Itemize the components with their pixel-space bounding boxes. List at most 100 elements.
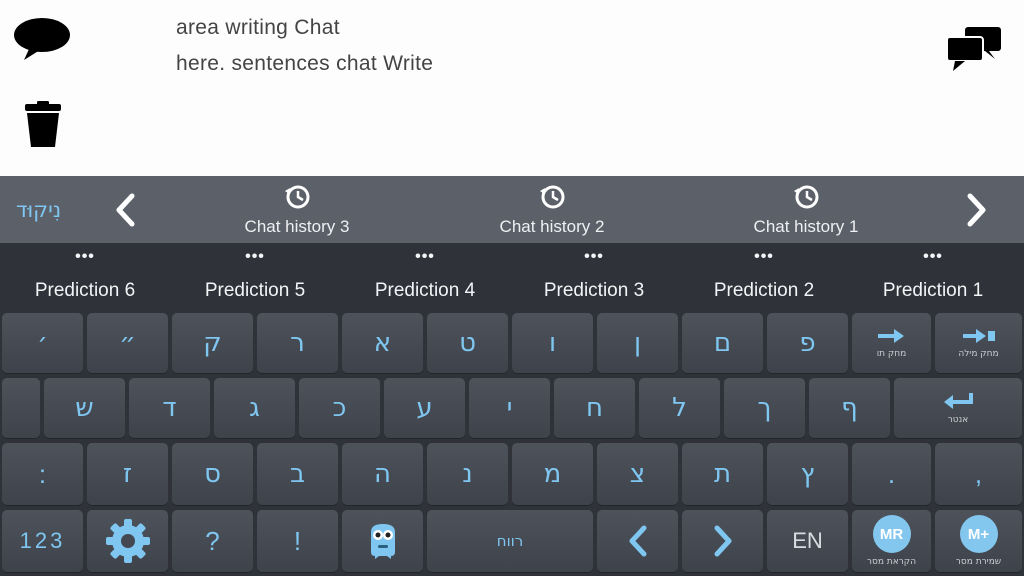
- prediction-label: Prediction 5: [204, 280, 306, 301]
- enter-arrow-icon: [944, 393, 973, 409]
- key-gimel[interactable]: ג: [214, 378, 295, 438]
- chat-text: area writing Chat here. sentences chat W…: [176, 10, 486, 82]
- key-label: צ: [629, 459, 646, 489]
- key-label: ז: [122, 459, 132, 489]
- history-next-button[interactable]: [962, 190, 992, 230]
- speak-button[interactable]: [12, 16, 72, 62]
- key-lamed[interactable]: ל: [639, 378, 720, 438]
- key-period[interactable]: .: [852, 443, 931, 505]
- key-comma[interactable]: ,: [935, 443, 1022, 505]
- cursor-left-key[interactable]: [597, 510, 678, 572]
- language-key[interactable]: EN: [767, 510, 848, 572]
- key-label: ה: [374, 459, 391, 489]
- key-label: ת: [713, 459, 732, 489]
- nikud-button[interactable]: נִיקוּד: [16, 198, 61, 222]
- numbers-key[interactable]: 123: [2, 510, 83, 572]
- key-label: .: [887, 458, 896, 489]
- key-qof[interactable]: ק: [172, 313, 253, 373]
- conversations-button[interactable]: [944, 24, 1004, 72]
- key-label: ף: [841, 393, 858, 423]
- history-label: Chat history 1: [753, 217, 859, 236]
- key-label: ?: [205, 525, 220, 556]
- chevron-left-icon: [116, 193, 135, 227]
- key-label: EN: [792, 528, 823, 553]
- chat-writing-area[interactable]: area writing Chat here. sentences chat W…: [0, 0, 1024, 176]
- key-dalet[interactable]: ד: [129, 378, 210, 438]
- key-label: ע: [416, 393, 433, 423]
- key-he[interactable]: ה: [342, 443, 423, 505]
- prediction-6[interactable]: ••• Prediction 6: [0, 248, 170, 306]
- key-spacer[interactable]: [2, 378, 40, 438]
- delete-letter-key[interactable]: מחק תו: [852, 313, 931, 373]
- prediction-label: Prediction 1: [882, 280, 984, 301]
- history-icon: [794, 185, 819, 209]
- chat-history-1[interactable]: Chat history 1: [716, 181, 896, 239]
- key-zayin[interactable]: ז: [87, 443, 168, 505]
- prediction-1[interactable]: ••• Prediction 1: [848, 249, 1018, 306]
- key-kaf[interactable]: כ: [299, 378, 380, 438]
- key-resh[interactable]: ר: [257, 313, 338, 373]
- prediction-label: Prediction 3: [543, 280, 645, 301]
- chat-bubbles-icon: [946, 27, 1001, 71]
- space-key[interactable]: רווח: [427, 510, 593, 572]
- key-tet[interactable]: ט: [427, 313, 508, 373]
- key-colon[interactable]: :: [2, 443, 83, 505]
- mplus-badge: M+: [959, 515, 998, 553]
- key-samekh[interactable]: ס: [172, 443, 253, 505]
- key-label: ץ: [800, 459, 815, 489]
- key-yod[interactable]: י: [469, 378, 550, 438]
- key-gershayim[interactable]: ״: [87, 313, 168, 373]
- key-mem[interactable]: מ: [512, 443, 593, 505]
- monster-emoji-icon: [370, 524, 395, 559]
- read-message-key[interactable]: MR הקראת מסר: [852, 510, 931, 572]
- key-tav[interactable]: ת: [682, 443, 763, 505]
- key-final-kaf[interactable]: ך: [724, 378, 805, 438]
- key-label: ל: [672, 393, 687, 423]
- key-label: ׳: [37, 328, 48, 358]
- chat-history-3[interactable]: Chat history 3: [207, 181, 387, 239]
- key-label: א: [373, 328, 392, 358]
- save-message-key[interactable]: M+ שמירת מסר: [935, 510, 1022, 572]
- history-icon: [285, 185, 310, 209]
- key-final-tsadi[interactable]: ץ: [767, 443, 848, 505]
- key-label: 123: [19, 528, 66, 553]
- key-het[interactable]: ח: [554, 378, 635, 438]
- key-nun[interactable]: נ: [427, 443, 508, 505]
- prediction-label: Prediction 4: [374, 280, 476, 301]
- clear-chat-button[interactable]: [20, 100, 66, 150]
- history-label: Chat history 3: [244, 217, 350, 236]
- key-pe[interactable]: פ: [767, 313, 848, 373]
- key-shin[interactable]: ש: [44, 378, 125, 438]
- prediction-2[interactable]: ••• Prediction 2: [679, 249, 849, 306]
- key-question[interactable]: ?: [172, 510, 253, 572]
- key-exclaim[interactable]: !: [257, 510, 338, 572]
- key-final-mem[interactable]: ם: [682, 313, 763, 373]
- prediction-5[interactable]: ••• Prediction 5: [170, 249, 340, 306]
- settings-key[interactable]: [87, 510, 168, 572]
- emoji-key[interactable]: [342, 510, 423, 572]
- delete-word-key[interactable]: מחק מילה: [935, 313, 1022, 373]
- key-label: ש: [75, 393, 94, 423]
- prediction-3[interactable]: ••• Prediction 3: [509, 249, 679, 306]
- key-bet[interactable]: ב: [257, 443, 338, 505]
- key-alef[interactable]: א: [342, 313, 423, 373]
- key-label: י: [506, 393, 513, 423]
- key-geresh[interactable]: ׳: [2, 313, 83, 373]
- key-ayin[interactable]: ע: [384, 378, 465, 438]
- prediction-more-icon: •••: [75, 248, 95, 265]
- history-prev-button[interactable]: [110, 190, 140, 230]
- enter-key[interactable]: אנטר: [894, 378, 1022, 438]
- cursor-right-key[interactable]: [682, 510, 763, 572]
- key-tsadi[interactable]: צ: [597, 443, 678, 505]
- key-label: רווח: [496, 532, 524, 550]
- key-vav[interactable]: ו: [512, 313, 593, 373]
- key-label: ו: [548, 328, 557, 358]
- key-final-pe[interactable]: ף: [809, 378, 890, 438]
- prediction-4[interactable]: ••• Prediction 4: [340, 249, 510, 306]
- key-label: ר: [290, 328, 305, 358]
- chat-history-2[interactable]: Chat history 2: [462, 181, 642, 239]
- key-label: ן: [633, 328, 642, 358]
- key-final-nun[interactable]: ן: [597, 313, 678, 373]
- prediction-label: Prediction 6: [34, 280, 136, 301]
- key-label: נ: [462, 459, 473, 489]
